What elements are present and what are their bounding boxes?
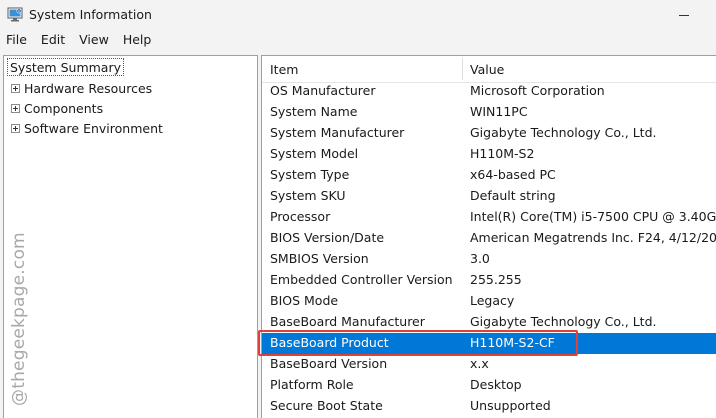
row-item: Platform Role [270, 377, 354, 392]
expand-icon[interactable] [11, 103, 20, 113]
table-row[interactable]: SMBIOS Version 3.0 [262, 249, 716, 270]
menu-edit[interactable]: Edit [34, 30, 72, 52]
tree-item-components[interactable]: Components [11, 98, 103, 118]
expand-icon[interactable] [11, 123, 20, 133]
table-row[interactable]: System Name WIN11PC [262, 102, 716, 123]
table-row[interactable]: BIOS Mode Legacy [262, 291, 716, 312]
details-table[interactable]: Item Value OS Manufacturer Microsoft Cor… [261, 55, 716, 418]
tree-item-label: Software Environment [24, 120, 163, 136]
table-row[interactable]: BIOS Version/Date American Megatrends In… [262, 228, 716, 249]
row-item: SMBIOS Version [270, 251, 369, 266]
row-item: System SKU [270, 188, 346, 203]
table-row[interactable]: Processor Intel(R) Core(TM) i5-7500 CPU … [262, 207, 716, 228]
column-header-item[interactable]: Item [270, 62, 298, 77]
expand-icon[interactable] [11, 83, 20, 93]
watermark-text: @thegeekpage.com [9, 232, 29, 406]
row-item: Processor [270, 209, 331, 224]
row-item: BaseBoard Manufacturer [270, 314, 425, 329]
row-item: System Name [270, 104, 358, 119]
table-row[interactable]: BaseBoard Version x.x [262, 354, 716, 375]
row-item: Secure Boot State [270, 398, 383, 413]
row-value: 3.0 [470, 251, 490, 266]
window-title: System Information [29, 7, 152, 22]
table-row[interactable]: OS Manufacturer Microsoft Corporation [262, 81, 716, 102]
table-row[interactable]: Embedded Controller Version 255.255 [262, 270, 716, 291]
row-value: Legacy [470, 293, 515, 308]
row-value: Gigabyte Technology Co., Ltd. [470, 125, 657, 140]
row-value: H110M-S2 [470, 146, 535, 161]
table-row-selected[interactable]: BaseBoard Product H110M-S2-CF [262, 333, 716, 354]
table-row[interactable]: System SKU Default string [262, 186, 716, 207]
tree-item-label: Components [24, 100, 104, 116]
table-row[interactable]: Platform Role Desktop [262, 375, 716, 396]
row-value: American Megatrends Inc. F24, 4/12/2018 [470, 230, 716, 245]
menu-bar: File Edit View Help [0, 30, 716, 52]
table-row[interactable]: System Manufacturer Gigabyte Technology … [262, 123, 716, 144]
table-row[interactable]: Secure Boot State Unsupported [262, 396, 716, 417]
menu-help[interactable]: Help [116, 30, 159, 52]
row-value: H110M-S2-CF [470, 335, 555, 350]
minimize-button[interactable] [650, 0, 716, 30]
table-row[interactable]: System Type x64-based PC [262, 165, 716, 186]
table-header: Item Value [262, 56, 716, 83]
column-divider[interactable] [462, 58, 463, 80]
tree-item-system-summary[interactable]: System Summary [7, 58, 124, 76]
tree-item-hardware-resources[interactable]: Hardware Resources [11, 78, 152, 98]
row-item: System Manufacturer [270, 125, 405, 140]
title-bar: System Information [0, 0, 716, 30]
row-value: 255.255 [470, 272, 522, 287]
menu-file[interactable]: File [0, 30, 34, 52]
row-value: WIN11PC [470, 104, 528, 119]
tree-item-software-environment[interactable]: Software Environment [11, 118, 163, 138]
row-item: Embedded Controller Version [270, 272, 453, 287]
system-information-icon [7, 7, 23, 22]
row-item: BaseBoard Product [270, 335, 389, 350]
tree-item-label: Hardware Resources [24, 80, 153, 96]
row-value: Default string [470, 188, 556, 203]
row-value: x.x [470, 356, 489, 371]
tree-item-label: System Summary [10, 59, 121, 75]
table-row[interactable]: BaseBoard Manufacturer Gigabyte Technolo… [262, 312, 716, 333]
category-tree[interactable]: System Summary Hardware Resources Compon… [3, 55, 258, 418]
row-value: Intel(R) Core(TM) i5-7500 CPU @ 3.40GHz, [470, 209, 716, 224]
row-value: Unsupported [470, 398, 551, 413]
row-value: Gigabyte Technology Co., Ltd. [470, 314, 657, 329]
row-item: BIOS Version/Date [270, 230, 385, 245]
row-item: BIOS Mode [270, 293, 339, 308]
row-value: x64-based PC [470, 167, 556, 182]
row-value: Desktop [470, 377, 522, 392]
row-item: System Type [270, 167, 350, 182]
menu-view[interactable]: View [72, 30, 116, 52]
row-item: OS Manufacturer [270, 83, 376, 98]
row-item: System Model [270, 146, 359, 161]
table-row[interactable]: System Model H110M-S2 [262, 144, 716, 165]
row-item: BaseBoard Version [270, 356, 388, 371]
column-header-value[interactable]: Value [470, 62, 504, 77]
row-value: Microsoft Corporation [470, 83, 605, 98]
